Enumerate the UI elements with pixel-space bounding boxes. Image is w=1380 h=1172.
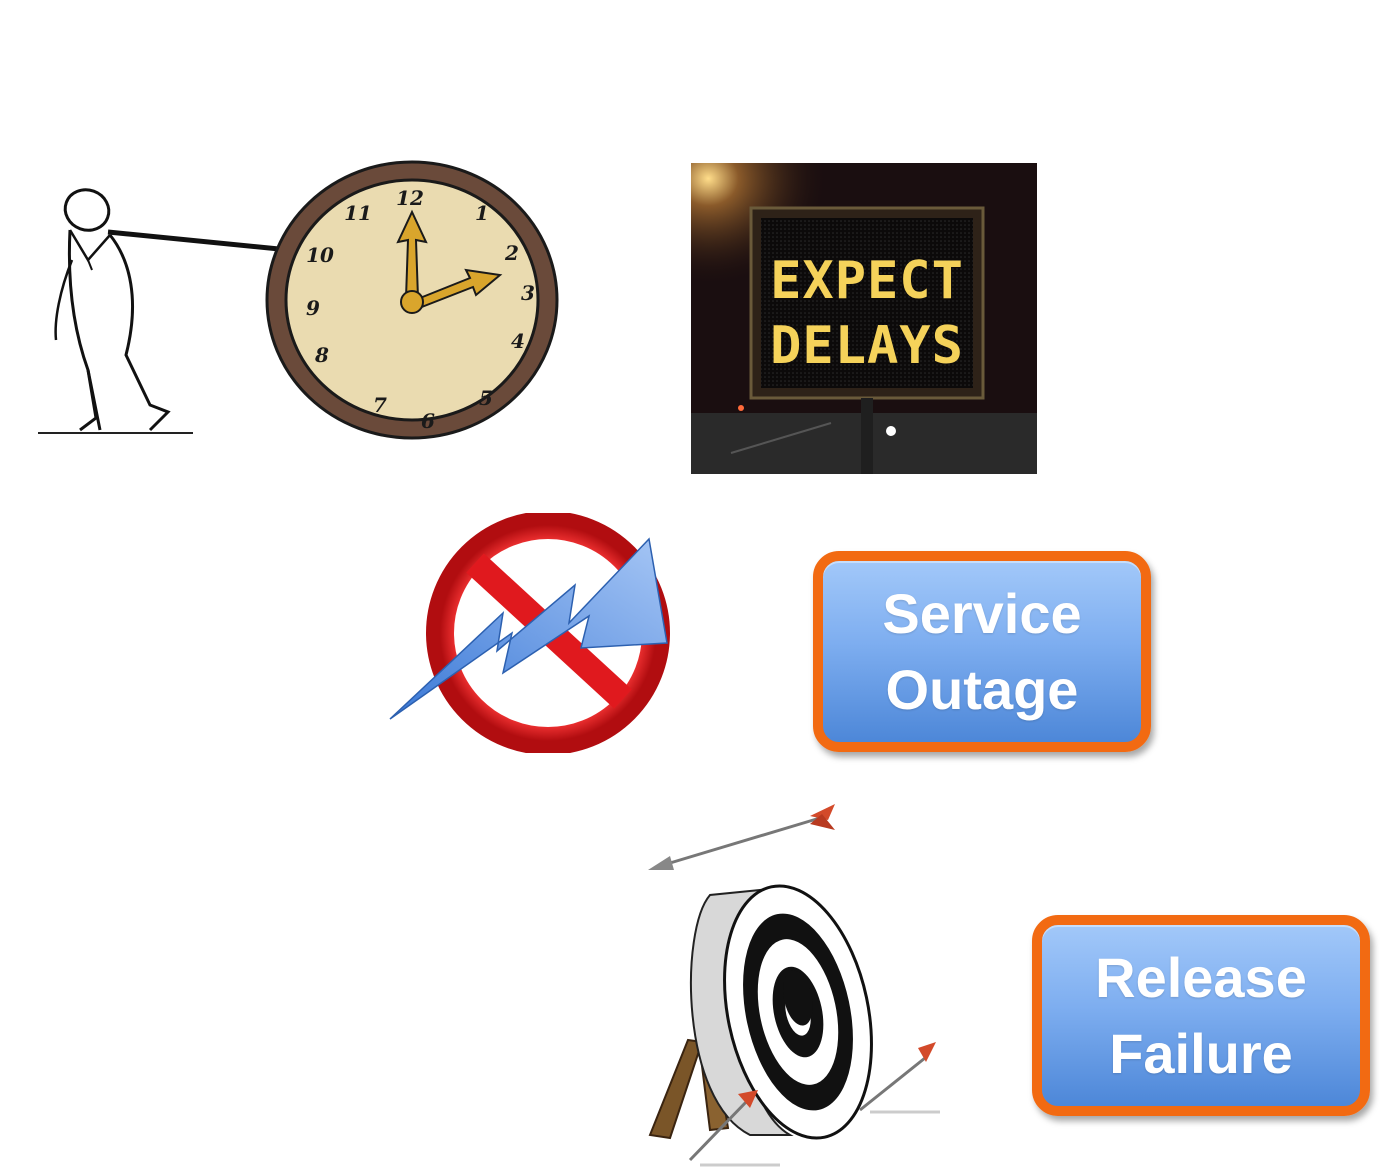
- clock-numeral: 9: [306, 296, 320, 320]
- service-outage-line-1: Service: [882, 581, 1082, 645]
- sign-line-2: DELAYS: [770, 316, 964, 376]
- clock-icon: 12 1 2 3 4 5 6 7 8 9 10 11: [265, 160, 559, 440]
- no-lightning-icon: [389, 513, 670, 753]
- clock-numeral: 5: [479, 386, 493, 410]
- release-failure-line-2: Failure: [1109, 1021, 1293, 1085]
- clock-numeral: 6: [421, 409, 435, 433]
- clock-numeral: 10: [306, 243, 334, 267]
- stick-figure-pulling-clock: 12 1 2 3 4 5 6 7 8 9 10 11: [38, 160, 559, 440]
- clock-numeral: 3: [521, 281, 535, 305]
- release-failure-callout: Release Failure: [1032, 915, 1370, 1116]
- clock-numeral: 12: [396, 186, 424, 210]
- clock-numeral: 8: [314, 343, 329, 367]
- missed-arrow-icon: [648, 804, 835, 870]
- release-failure-line-1: Release: [1095, 945, 1307, 1009]
- clock-numeral: 7: [373, 393, 387, 417]
- clock-numeral: 11: [344, 201, 372, 225]
- sign-line-1: EXPECT: [770, 251, 964, 311]
- service-outage-line-2: Outage: [885, 657, 1079, 721]
- clock-numeral: 2: [504, 241, 519, 265]
- archery-target-icon: [648, 804, 940, 1167]
- clock-numeral: 1: [475, 201, 489, 225]
- expect-delays-sign-photo: EXPECT DELAYS: [691, 163, 1037, 474]
- service-outage-callout: Service Outage: [813, 551, 1151, 752]
- clock-numeral: 4: [511, 329, 525, 353]
